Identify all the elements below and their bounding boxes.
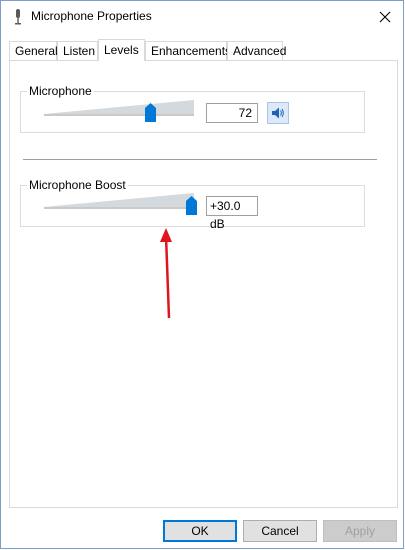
tab-enhancements[interactable]: Enhancements [145, 41, 231, 60]
properties-window: Microphone Properties General Listen Lev… [0, 0, 404, 549]
boost-level-field[interactable]: +30.0 dB [206, 196, 258, 231]
close-icon [379, 11, 391, 23]
separator [23, 159, 377, 160]
slider-ramp [44, 193, 194, 207]
microphone-level-field[interactable]: 72 [206, 103, 258, 123]
microphone-group: Microphone 72 [20, 84, 365, 133]
microphone-slider[interactable] [44, 100, 194, 122]
close-button[interactable] [375, 7, 395, 27]
apply-button[interactable]: Apply [323, 520, 397, 542]
title-bar: Microphone Properties [1, 1, 403, 33]
tab-advanced[interactable]: Advanced [227, 41, 286, 60]
boost-slider-thumb[interactable] [186, 196, 197, 215]
slider-track [44, 114, 194, 116]
ok-button[interactable]: OK [163, 520, 237, 542]
microphone-boost-group: Microphone Boost +30.0 dB [20, 178, 365, 231]
levels-panel: Microphone 72 Microphone Boost +30.0 dB [9, 60, 398, 508]
red-arrow-annotation [160, 228, 172, 319]
microphone-icon [12, 9, 24, 25]
slider-track [44, 207, 194, 209]
cancel-button[interactable]: Cancel [243, 520, 317, 542]
window-title: Microphone Properties [31, 9, 152, 23]
tab-listen[interactable]: Listen [57, 41, 98, 60]
tab-bar: General Listen Levels Enhancements Advan… [9, 39, 399, 61]
microphone-label: Microphone [27, 84, 94, 98]
microphone-boost-label: Microphone Boost [27, 178, 128, 192]
mute-button[interactable] [267, 102, 289, 124]
slider-ramp [44, 100, 194, 114]
speaker-icon [272, 107, 284, 119]
microphone-slider-thumb[interactable] [145, 103, 156, 122]
tab-levels[interactable]: Levels [98, 39, 145, 61]
tab-general[interactable]: General [9, 41, 58, 60]
boost-slider[interactable] [44, 193, 197, 215]
